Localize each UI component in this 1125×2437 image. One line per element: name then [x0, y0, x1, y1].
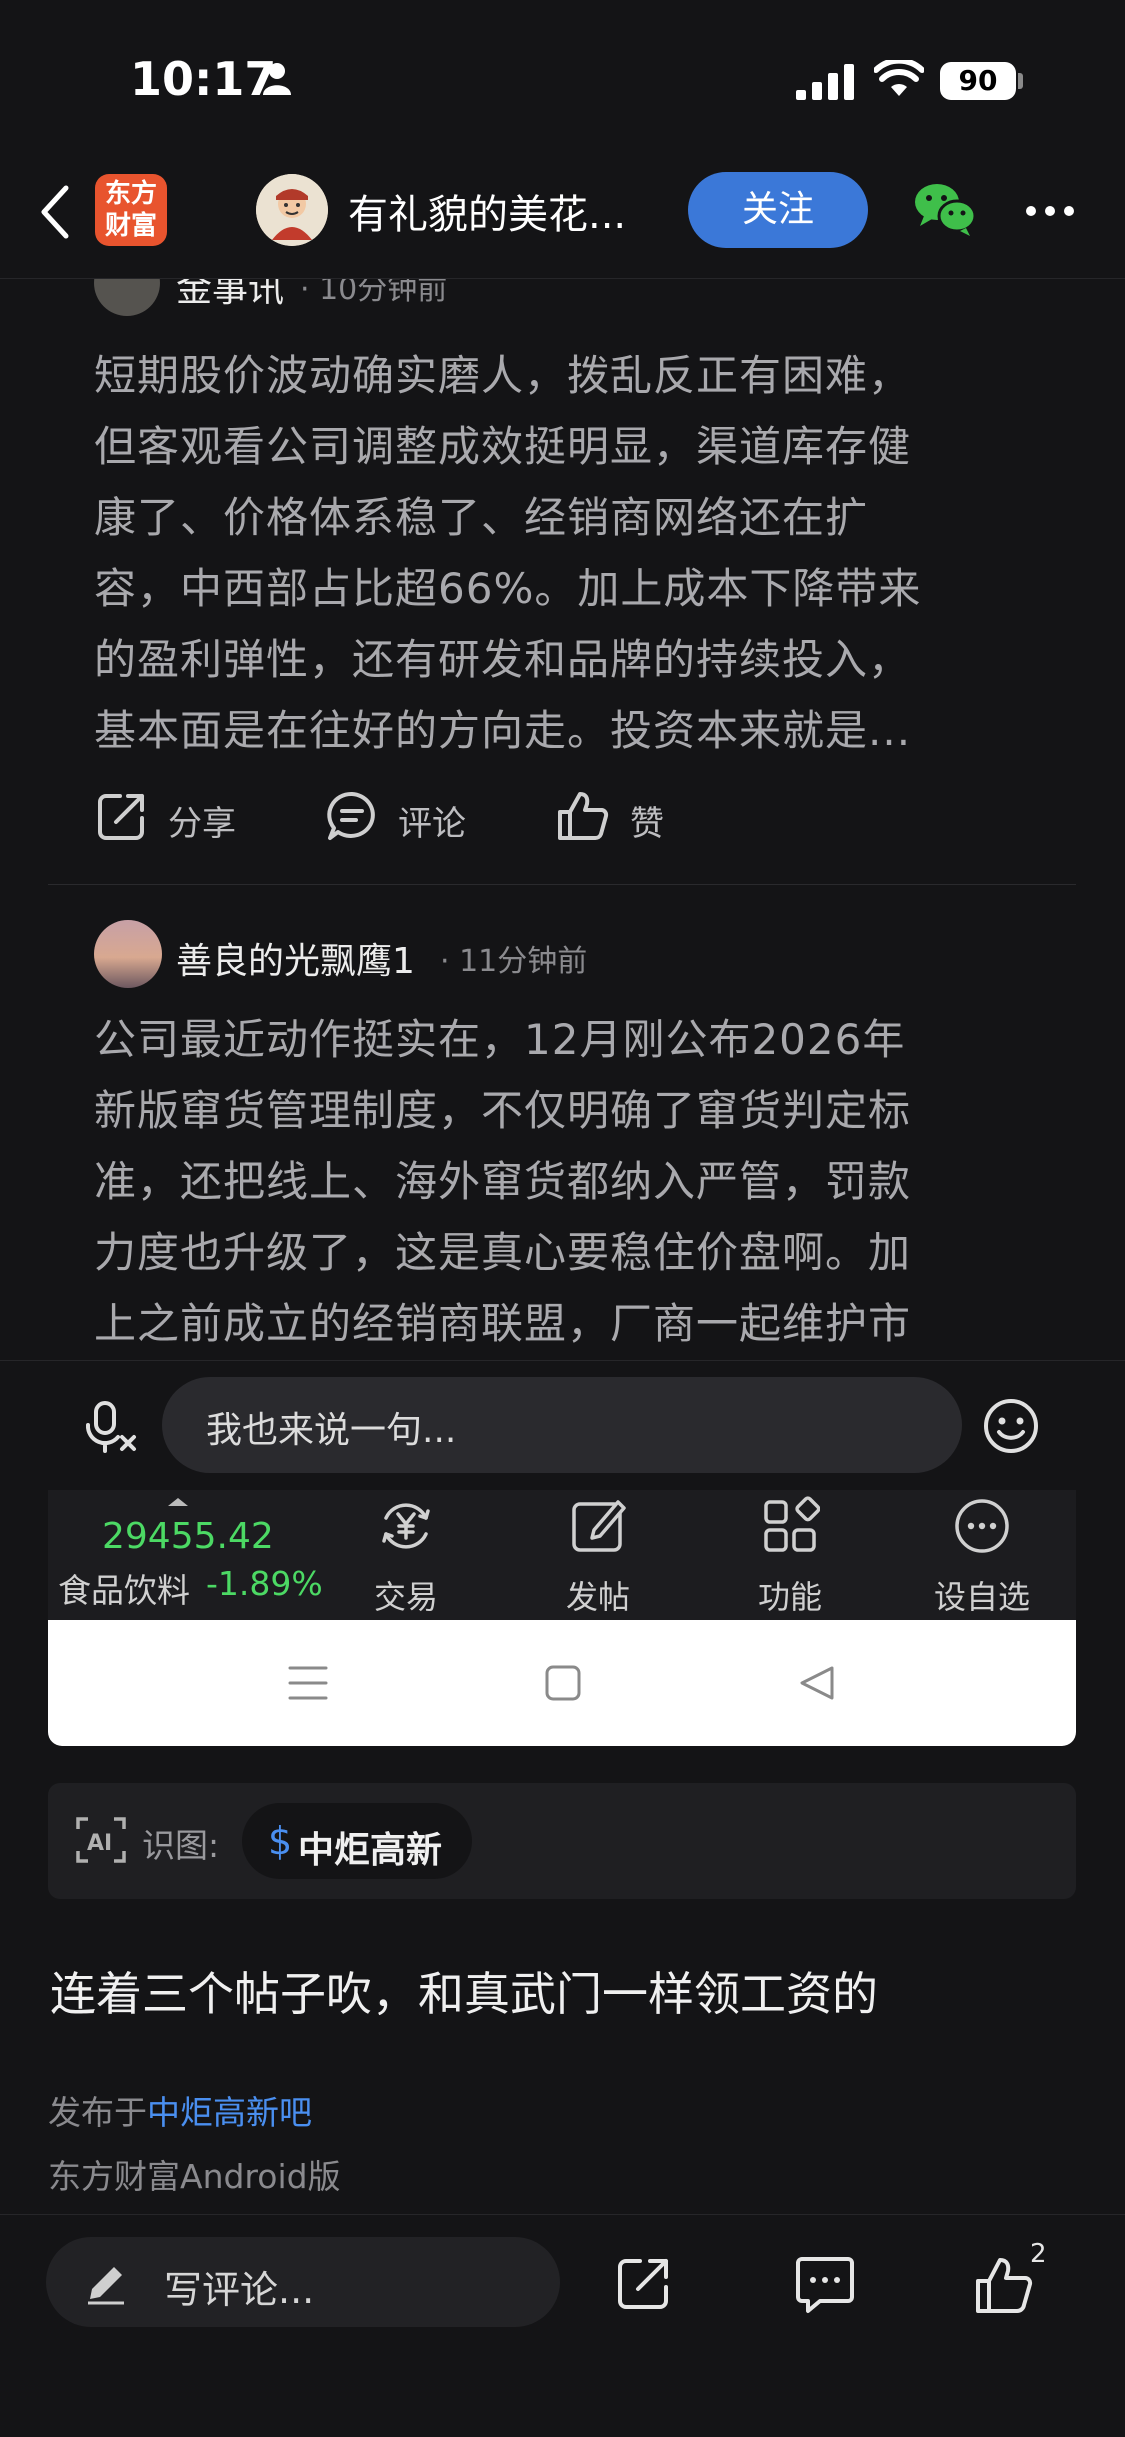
tool-label: 功能 — [757, 1578, 822, 1616]
ai-label: 识图: — [142, 1826, 220, 1865]
svg-text:AI: AI — [87, 1831, 112, 1856]
status-time: 10:17 — [130, 52, 277, 106]
share-icon[interactable] — [614, 2253, 674, 2313]
like-label: 赞 — [630, 804, 664, 844]
share-icon — [96, 790, 148, 842]
follow-button[interactable]: 关注 — [688, 172, 868, 248]
android-nav-bar — [48, 1620, 1076, 1746]
stock-chip-label: 中炬高新 — [298, 1830, 443, 1871]
signal-icon — [796, 64, 856, 100]
like-button[interactable]: 2 — [974, 2239, 1054, 2319]
quote-change: -1.89% — [206, 1564, 323, 1603]
emoji-icon[interactable] — [982, 1397, 1040, 1455]
home-icon[interactable] — [544, 1664, 582, 1702]
post-title: 连着三个帖子吹，和真武门一样领工资的 — [50, 1967, 878, 2021]
grid-apps-icon — [760, 1496, 820, 1556]
tool-trade[interactable]: 交易 — [336, 1496, 476, 1616]
yuan-exchange-icon — [376, 1496, 436, 1556]
ai-scan-icon: AI — [76, 1815, 126, 1865]
app-logo[interactable]: 东方 财富 — [95, 174, 167, 246]
published-in: 发布于中炬高新吧 — [48, 2086, 312, 2134]
comment-button[interactable]: 评论 — [326, 788, 486, 844]
tool-label: 发帖 — [565, 1578, 630, 1616]
edit-post-icon — [568, 1496, 628, 1556]
pencil-icon — [84, 2259, 130, 2305]
divider — [48, 884, 1076, 885]
wifi-icon — [874, 60, 924, 98]
write-comment-placeholder: 写评论... — [164, 2268, 315, 2312]
back-triangle-icon[interactable] — [798, 1664, 836, 1702]
like-count: 2 — [1030, 2239, 1047, 2269]
thumbs-up-icon — [556, 790, 610, 842]
reply-input[interactable]: 我也来说一句... — [162, 1377, 962, 1473]
share-button[interactable]: 分享 — [96, 788, 256, 844]
tool-functions[interactable]: 功能 — [720, 1496, 860, 1616]
back-arrow-icon[interactable] — [36, 184, 76, 240]
comment-label: 评论 — [398, 804, 466, 844]
share-label: 分享 — [168, 804, 236, 844]
write-comment-button[interactable]: 写评论... — [46, 2237, 560, 2327]
voice-input-icon[interactable] — [84, 1399, 140, 1455]
tool-label: 设自选 — [933, 1578, 1030, 1616]
battery-tip — [1018, 73, 1023, 89]
quote-sector: 食品饮料 — [58, 1571, 190, 1610]
comment-time: · 11分钟前 — [440, 944, 588, 979]
comments-icon[interactable] — [794, 2253, 856, 2315]
like-button[interactable]: 赞 — [556, 788, 706, 844]
top-nav: 东方 财富 有礼貌的美花... 关注 — [0, 160, 1125, 279]
comment-text: 短期股价波动确实磨人，拨乱反正有困难， 但客观看公司调整成效挺明显，渠道库存健 … — [94, 351, 922, 755]
avatar[interactable] — [94, 920, 162, 988]
comment-bubble-icon — [326, 790, 378, 842]
ai-recognition: AI 识图: $ 中炬高新 — [48, 1783, 1076, 1899]
bottom-bar: 写评论... 2 — [0, 2214, 1125, 2437]
published-prefix: 发布于 — [48, 2093, 147, 2132]
menu-icon[interactable] — [288, 1664, 328, 1702]
quote-value: 29455.42 — [102, 1516, 274, 1557]
reply-placeholder: 我也来说一句... — [206, 1410, 457, 1451]
wechat-icon[interactable] — [912, 180, 978, 238]
more-circle-icon — [952, 1496, 1012, 1556]
tool-post[interactable]: 发帖 — [528, 1496, 668, 1616]
dollar-icon: $ — [268, 1819, 293, 1863]
stock-chip[interactable]: $ 中炬高新 — [242, 1803, 472, 1879]
comment-item: 善良的光飘鹰1 · 11分钟前 公司最近动作挺实在，12月刚公布2026年 新版… — [0, 900, 1125, 1360]
thumbs-up-icon — [974, 2255, 1034, 2315]
person-icon — [262, 62, 292, 96]
index-quote[interactable]: 29455.42 食品饮料 -1.89% — [48, 1490, 338, 1620]
forum-link[interactable]: 中炬高新吧 — [147, 2093, 312, 2132]
tool-label: 交易 — [373, 1578, 438, 1616]
reply-bar: 我也来说一句... — [0, 1360, 1125, 1489]
tool-add-watchlist[interactable]: 设自选 — [912, 1496, 1052, 1616]
comment-text: 公司最近动作挺实在，12月刚公布2026年 新版窜货管理制度，不仅明确了窜货判定… — [94, 1015, 912, 1348]
post-platform: 东方财富Android版 — [48, 2157, 341, 2196]
battery-indicator: 90 — [940, 62, 1016, 100]
tools-bar: 29455.42 食品饮料 -1.89% 交易 发帖 功能 设自选 — [48, 1490, 1076, 1620]
page-title[interactable]: 有礼貌的美花... — [348, 182, 626, 240]
more-icon[interactable] — [1024, 204, 1076, 218]
avatar[interactable] — [256, 174, 328, 246]
comment-item: 金事讯 · 10分钟前 短期股价波动确实磨人，拨乱反正有困难， 但客观看公司调整… — [0, 230, 1125, 880]
comment-username[interactable]: 善良的光飘鹰1 — [176, 932, 415, 984]
